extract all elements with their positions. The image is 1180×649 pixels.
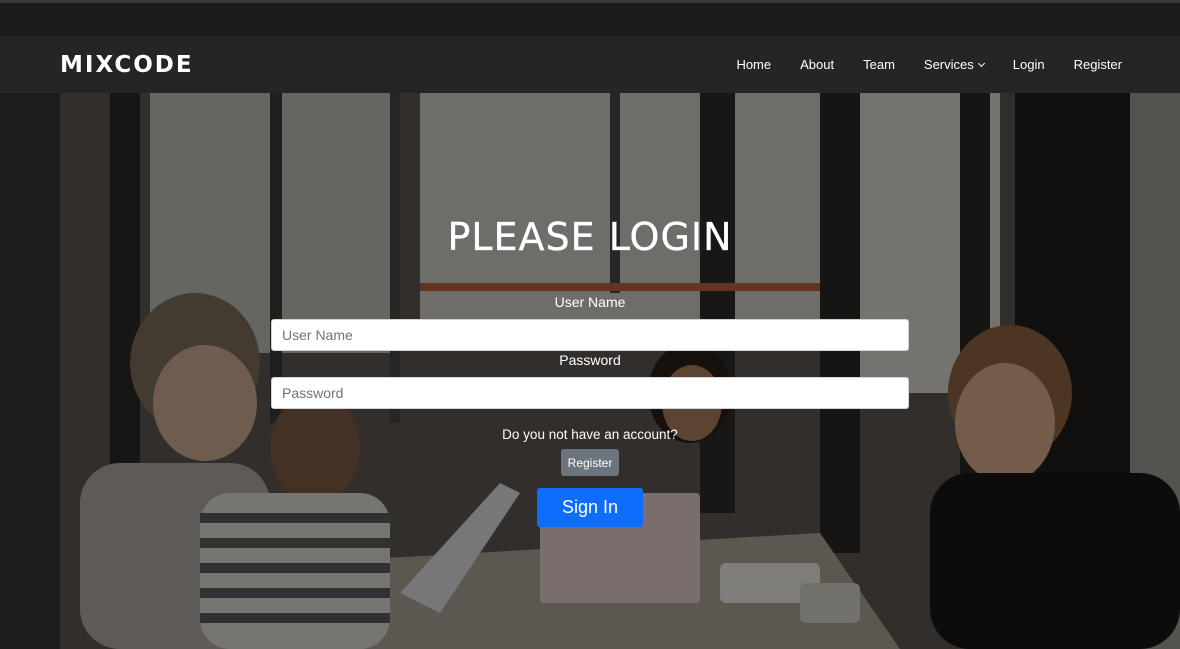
username-label: User Name xyxy=(554,294,626,310)
nav-about-label: About xyxy=(800,57,835,72)
nav-register-label: Register xyxy=(1073,57,1122,72)
password-label: Password xyxy=(559,352,621,368)
page: MIXCODE Home About Team Services Login R… xyxy=(0,0,1180,649)
sign-in-button-label: Sign In xyxy=(561,497,619,517)
login-title: PLEASE LOGIN xyxy=(447,215,733,259)
brand-logo[interactable]: MIXCODE xyxy=(60,52,194,78)
nav-team[interactable]: Team xyxy=(863,57,895,72)
nav-login[interactable]: Login xyxy=(1013,57,1045,72)
nav-services-dropdown[interactable]: Services xyxy=(923,57,985,72)
account-question: Do you not have an account? xyxy=(502,427,678,442)
nav-register[interactable]: Register xyxy=(1074,57,1122,72)
nav-login-label: Login xyxy=(1012,57,1045,72)
nav-team-label: Team xyxy=(863,57,895,72)
hero-section: PLEASE LOGIN User Name Password Do you n… xyxy=(0,93,1180,649)
nav-about[interactable]: About xyxy=(800,57,834,72)
navbar: MIXCODE Home About Team Services Login R… xyxy=(0,36,1180,93)
chevron-down-icon xyxy=(977,59,985,67)
nav-services-label: Services xyxy=(923,57,974,72)
register-button[interactable]: Register xyxy=(561,449,619,476)
password-input[interactable] xyxy=(271,377,909,409)
register-button-label: Register xyxy=(567,455,613,470)
hero-overlay xyxy=(0,93,1180,649)
nav-links: Home About Team Services Login Register xyxy=(736,57,1122,72)
username-input[interactable] xyxy=(271,319,909,351)
nav-home[interactable]: Home xyxy=(736,57,771,72)
browser-top-strip xyxy=(0,0,1180,36)
sign-in-button[interactable]: Sign In xyxy=(537,488,643,527)
nav-home-label: Home xyxy=(736,57,772,72)
